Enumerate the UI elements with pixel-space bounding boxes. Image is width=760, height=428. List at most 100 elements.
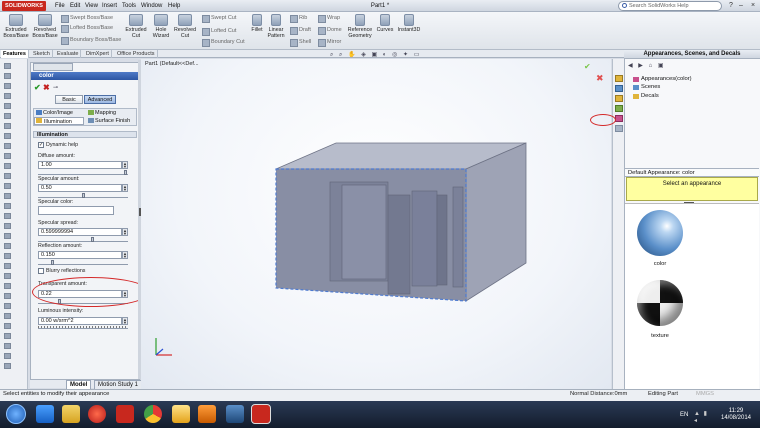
diffuse-field[interactable]: 1.00 <box>38 161 122 169</box>
tool-icon[interactable] <box>4 183 11 189</box>
tool-icon[interactable] <box>4 253 11 259</box>
clock[interactable]: 11:29 14/08/2014 <box>718 408 754 422</box>
tree-scenes[interactable]: Scenes <box>627 84 660 91</box>
rib-button[interactable]: Rib <box>290 14 307 23</box>
folder-icon[interactable] <box>172 405 190 423</box>
specular-spread-spinner[interactable]: ▲ ▼ <box>122 228 128 236</box>
hole-wizard-button[interactable]: Hole Wizard <box>151 14 171 39</box>
tool-icon[interactable] <box>4 363 11 369</box>
boundary-cut-button[interactable]: Boundary Cut <box>202 38 245 47</box>
blurry-reflections-checkbox[interactable] <box>38 268 44 274</box>
tool-icon[interactable] <box>4 323 11 329</box>
help-icon[interactable]: ? <box>726 1 736 10</box>
swept-cut-button[interactable]: Swept Cut <box>202 14 236 23</box>
tool-icon[interactable] <box>4 133 11 139</box>
tool-icon[interactable] <box>4 203 11 209</box>
vlc-icon[interactable] <box>198 405 216 423</box>
ok-check-icon[interactable]: ✔ <box>34 83 41 92</box>
curves-button[interactable]: Curves <box>376 14 394 33</box>
draft-button[interactable]: Draft <box>290 26 311 35</box>
tool-icon[interactable] <box>4 123 11 129</box>
confirm-check-icon[interactable]: ✔ <box>584 62 591 71</box>
mirror-button[interactable]: Mirror <box>318 38 341 47</box>
lofted-cut-button[interactable]: Lofted Cut <box>202 27 236 36</box>
instant3d-button[interactable]: Instant3D <box>396 14 422 33</box>
tool-icon[interactable] <box>4 173 11 179</box>
swatch-texture[interactable] <box>637 280 683 326</box>
lofted-boss-button[interactable]: Lofted Boss/Base <box>61 24 113 33</box>
reflection-slider[interactable] <box>38 260 128 265</box>
tab-office-products[interactable]: Office Products <box>115 50 158 58</box>
tool-icon[interactable] <box>4 243 11 249</box>
tab-sketch[interactable]: Sketch <box>31 50 53 58</box>
extruded-cut-button[interactable]: Extruded Cut <box>124 14 148 39</box>
illumination-section-header[interactable]: Illumination <box>33 131 137 138</box>
reference-geometry-button[interactable]: Reference Geometry <box>346 14 374 39</box>
tool-icon[interactable] <box>4 263 11 269</box>
design-library-icon[interactable] <box>615 85 623 92</box>
tool-icon[interactable] <box>4 273 11 279</box>
luminous-spinner[interactable]: ▲ ▼ <box>122 317 128 325</box>
autocad-icon[interactable] <box>226 405 244 423</box>
tool-icon[interactable] <box>4 143 11 149</box>
extruded-boss-button[interactable]: Extruded Boss/Base <box>3 14 29 39</box>
close-button[interactable]: × <box>748 1 758 10</box>
tool-icon[interactable] <box>4 163 11 169</box>
dynamic-help-checkbox[interactable]: ✓ <box>38 142 44 148</box>
tool-icon[interactable] <box>4 83 11 89</box>
tool-icon[interactable] <box>4 193 11 199</box>
tool-icon[interactable] <box>4 223 11 229</box>
solidworks-task-icon[interactable] <box>116 405 134 423</box>
tab-evaluate[interactable]: Evaluate <box>55 50 82 58</box>
tool-icon[interactable] <box>4 313 11 319</box>
solidworks-active-icon[interactable] <box>251 404 271 424</box>
heads-up-view-toolbar[interactable]: ⌕ ⌕ ✋ ◈ ▣ ◐ ◎ ✦ ▭ <box>330 51 466 59</box>
reflection-field[interactable]: 0.150 <box>38 251 122 259</box>
swept-boss-button[interactable]: Swept Boss/Base <box>61 14 113 23</box>
diffuse-slider[interactable] <box>38 170 128 175</box>
tool-icon[interactable] <box>4 233 11 239</box>
opera-icon[interactable] <box>88 405 106 423</box>
minimize-button[interactable]: – <box>736 1 746 10</box>
swatch-color[interactable] <box>637 210 683 256</box>
reflection-spinner[interactable]: ▲ ▼ <box>122 251 128 259</box>
custom-properties-icon[interactable] <box>615 125 623 132</box>
language-indicator[interactable]: EN <box>680 412 688 418</box>
tab-features[interactable]: Features <box>1 50 29 58</box>
cancel-x-icon[interactable]: ✖ <box>43 83 50 92</box>
tool-icon[interactable] <box>4 113 11 119</box>
tool-icon[interactable] <box>4 293 11 299</box>
task-pane-toolbar[interactable]: ◀ ▶ ⌂ ▣ <box>628 62 676 70</box>
advanced-button[interactable]: Advanced <box>84 95 116 104</box>
specular-spinner[interactable]: ▲ ▼ <box>122 184 128 192</box>
wrap-button[interactable]: Wrap <box>318 14 340 23</box>
file-explorer-icon[interactable] <box>615 95 623 102</box>
ie-icon[interactable] <box>36 405 54 423</box>
linear-pattern-button[interactable]: Linear Pattern <box>265 14 287 39</box>
tool-icon[interactable] <box>4 353 11 359</box>
basic-button[interactable]: Basic <box>55 95 83 104</box>
pm-view-tabs[interactable] <box>33 63 73 71</box>
tool-icon[interactable] <box>4 63 11 69</box>
resources-icon[interactable] <box>615 75 623 82</box>
tree-decals[interactable]: Decals <box>627 93 659 100</box>
appearances-icon[interactable] <box>615 115 623 122</box>
tool-icon[interactable] <box>4 343 11 349</box>
specular-spread-field[interactable]: 0.599999994 <box>38 228 122 236</box>
diffuse-spinner[interactable]: ▲ ▼ <box>122 161 128 169</box>
chrome-icon[interactable] <box>144 405 162 423</box>
part-model[interactable] <box>260 125 540 310</box>
boundary-boss-button[interactable]: Boundary Boss/Base <box>61 36 121 45</box>
specular-color-swatch[interactable] <box>38 206 114 215</box>
search-input[interactable]: Search SolidWorks Help <box>618 1 722 11</box>
explorer-icon[interactable] <box>62 405 80 423</box>
specular-spread-slider[interactable] <box>38 237 128 242</box>
specular-field[interactable]: 0.50 <box>38 184 122 192</box>
units-readout[interactable]: MMGS <box>696 390 714 398</box>
dome-button[interactable]: Dome <box>318 26 342 35</box>
tool-icon[interactable] <box>4 93 11 99</box>
shell-button[interactable]: Shell <box>290 38 311 47</box>
cancel-corner-icon[interactable]: ✖ <box>596 73 604 84</box>
revolved-boss-button[interactable]: Revolved Boss/Base <box>31 14 59 39</box>
tool-icon[interactable] <box>4 73 11 79</box>
